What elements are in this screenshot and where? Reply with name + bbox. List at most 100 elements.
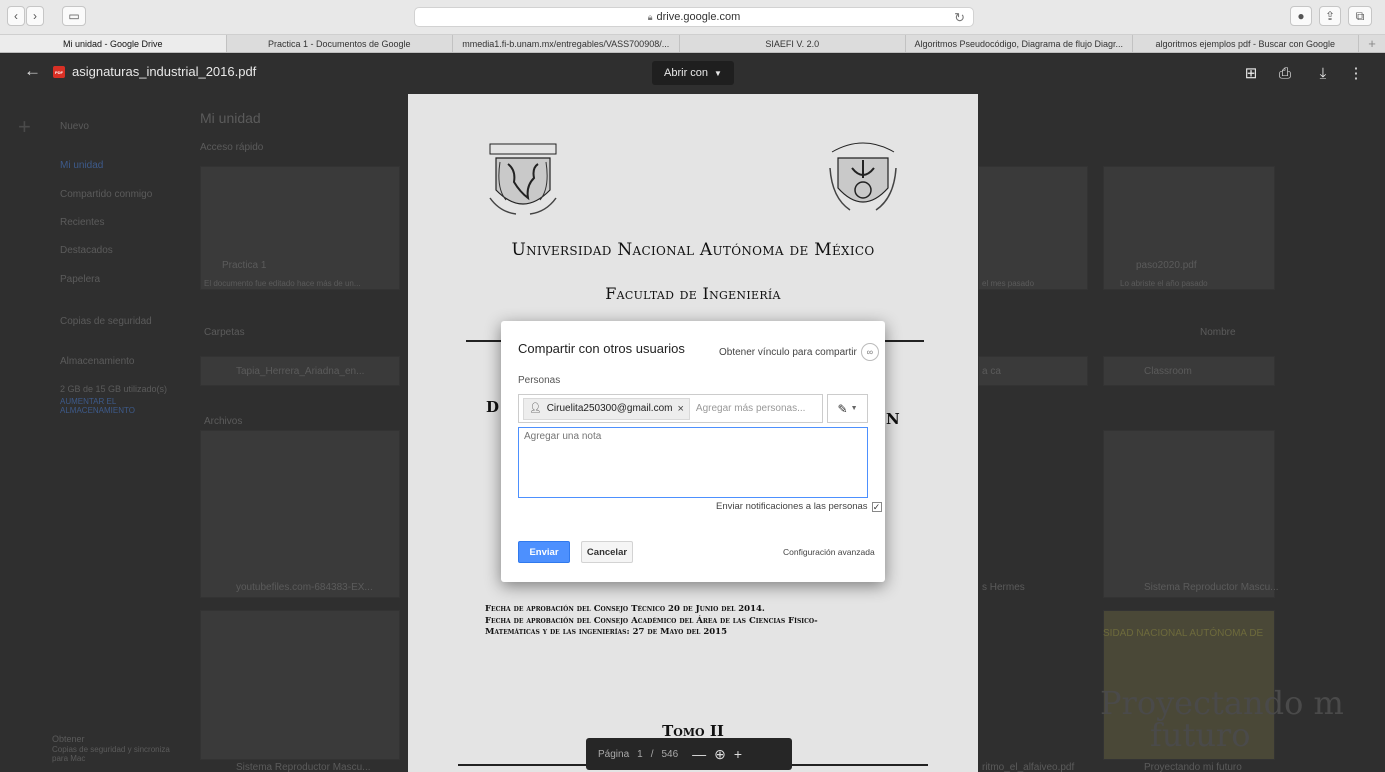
file-name: asignaturas_industrial_2016.pdf [72,64,257,79]
downloads-button[interactable]: ● [1290,6,1312,26]
caret-down-icon: ▼ [850,405,858,412]
divider [466,340,506,342]
address-text: drive.google.com [656,11,741,23]
drive-title: Mi unidad [200,110,261,126]
obscured-title-right: N [886,410,901,428]
backup-title[interactable]: Obtener [52,734,85,744]
sidebar-item-mi-unidad[interactable]: Mi unidad [60,160,103,171]
page-total: 546 [661,748,679,760]
tab-label: algoritmos ejemplos pdf - Buscar con Goo… [1155,38,1336,49]
sidebar-item-almacenamiento[interactable]: Almacenamiento [60,356,134,367]
unam-seal [486,138,560,220]
sidebar-item-compartido[interactable]: Compartido conmigo [60,189,152,200]
tab-overview-button[interactable]: ⧉ [1348,6,1372,26]
promo-big: futuro [1150,716,1251,754]
new-tab-button[interactable]: + [1359,35,1385,52]
new-button[interactable]: Nuevo [60,121,89,132]
reload-icon[interactable]: ↻ [954,10,965,26]
zoom-in-icon[interactable]: + [734,746,742,762]
browser-toolbar: ‹ › ▭ 🔒︎ drive.google.com ↻ ● ⇪ ⧉ [0,0,1385,35]
tab-practica[interactable]: Practica 1 - Documentos de Google [227,35,453,52]
quick-card[interactable] [978,166,1088,290]
download-icon[interactable]: ⤓ [1314,64,1332,82]
quick-card[interactable] [1103,166,1275,290]
tab-algoritmos-pdf[interactable]: algoritmos ejemplos pdf - Buscar con Goo… [1133,35,1359,52]
notify-option[interactable]: Enviar notificaciones a las personas ✓ [716,501,882,512]
folder-name: Classroom [1144,366,1192,377]
promo-line: SIDAD NACIONAL AUTÓNOMA DE [1103,628,1264,639]
sort-label[interactable]: Nombre [1200,327,1236,338]
permission-dropdown[interactable]: ✎ ▼ [827,394,868,423]
add-more-people-input[interactable]: Agregar más personas... [696,403,806,414]
send-button[interactable]: Enviar [518,541,570,563]
folders-label: Carpetas [204,327,245,338]
share-button[interactable]: ⇪ [1319,6,1341,26]
cancel-button[interactable]: Cancelar [581,541,633,563]
people-label: Personas [518,375,561,386]
page-separator: / [650,748,654,760]
more-vert-icon[interactable]: ⋮ [1347,64,1365,82]
address-bar[interactable]: 🔒︎ drive.google.com ↻ [414,7,974,27]
file-card[interactable] [200,610,400,760]
sidebar-item-papelera[interactable]: Papelera [60,274,100,285]
tab-algoritmos[interactable]: Algoritmos Pseudocódigo, Diagrama de flu… [906,35,1133,52]
files-label: Archivos [204,416,243,427]
quick-card-name: paso2020.pdf [1136,260,1197,271]
browser-back-button[interactable]: ‹ [7,6,25,26]
folder-name: Tapia_Herrera_Ariadna_en... [236,366,365,377]
sidebar-item-copias[interactable]: Copias de seguridad [60,316,152,327]
pencil-icon: ✎ [837,401,848,416]
file-card-name: Proyectando mi futuro [1144,762,1242,772]
quick-card[interactable] [200,166,400,290]
storage-upgrade-link[interactable]: AUMENTAR EL ALMACENAMIENTO [60,397,170,415]
get-link-label: Obtener vínculo para compartir [719,346,857,358]
file-card-name: Sistema Reproductor Mascu... [1144,582,1279,593]
people-input[interactable]: 👤︎ Ciruelita250300@gmail.com × Agregar m… [518,394,823,423]
folder-name: a ca [982,366,1001,377]
approval-note: Fecha de aprobación del Consejo Técnico … [485,604,765,614]
file-card-name: s Hermes [982,582,1025,593]
file-card[interactable] [200,430,400,598]
lock-icon: 🔒︎ [647,11,653,22]
tab-label: Practica 1 - Documentos de Google [267,38,411,49]
file-card-name: ritmo_el_alfaiveo.pdf [982,762,1075,772]
share-dialog: Compartir con otros usuarios Obtener vín… [501,321,885,582]
quick-card-sub: Lo abriste el año pasado [1120,279,1208,288]
note-textarea[interactable] [518,427,868,498]
ingenieria-seal [826,138,900,220]
sidebar-item-destacados[interactable]: Destacados [60,245,113,256]
tab-siaefi[interactable]: SIAEFI V. 2.0 [680,35,906,52]
dialog-title: Compartir con otros usuarios [518,341,685,356]
plus-icon: + [18,114,31,139]
quick-card-sub: El documento fue editado hace más de un.… [204,279,361,288]
page-current[interactable]: 1 [637,749,643,760]
file-card-name: youtubefiles.com-684383-EX... [236,582,373,593]
add-to-drive-icon[interactable]: ⊞ [1242,64,1260,82]
file-card[interactable] [1103,430,1275,598]
sidebar-toggle-button[interactable]: ▭ [62,6,86,26]
notify-checkbox[interactable]: ✓ [871,501,882,512]
open-with-button[interactable]: Abrir con ▼ [652,61,734,85]
get-link-button[interactable]: Obtener vínculo para compartir ∞ [719,343,879,361]
file-card-name: Sistema Reproductor Mascu... [236,762,371,772]
storage-used: 2 GB de 15 GB utilizado(s) [60,384,168,394]
tab-label: Algoritmos Pseudocódigo, Diagrama de flu… [914,38,1124,49]
browser-forward-button[interactable]: › [26,6,44,26]
zoom-out-icon[interactable]: — [692,746,706,762]
tab-label: Mi unidad - Google Drive [62,38,163,49]
advanced-settings-link[interactable]: Configuración avanzada [783,547,875,557]
tab-label: SIAEFI V. 2.0 [765,38,820,49]
remove-recipient-icon[interactable]: × [677,403,683,415]
link-icon: ∞ [860,343,879,361]
caret-down-icon: ▼ [714,68,722,78]
sidebar-item-recientes[interactable]: Recientes [60,217,104,228]
tab-mmedia[interactable]: mmedia1.fi-b.unam.mx/entregables/VASS700… [453,35,680,52]
tab-label: mmedia1.fi-b.unam.mx/entregables/VASS700… [462,38,670,49]
tab-mi-unidad[interactable]: Mi unidad - Google Drive [0,35,227,52]
recipient-email: Ciruelita250300@gmail.com [546,403,673,414]
notify-label: Enviar notificaciones a las personas [716,501,868,512]
approval-note: Matemáticas y de las ingenierías: 27 de … [485,627,727,637]
print-icon[interactable]: ⎙ [1276,64,1294,82]
back-arrow-icon[interactable]: ← [24,61,41,81]
quick-card-name: Practica 1 [222,260,267,271]
